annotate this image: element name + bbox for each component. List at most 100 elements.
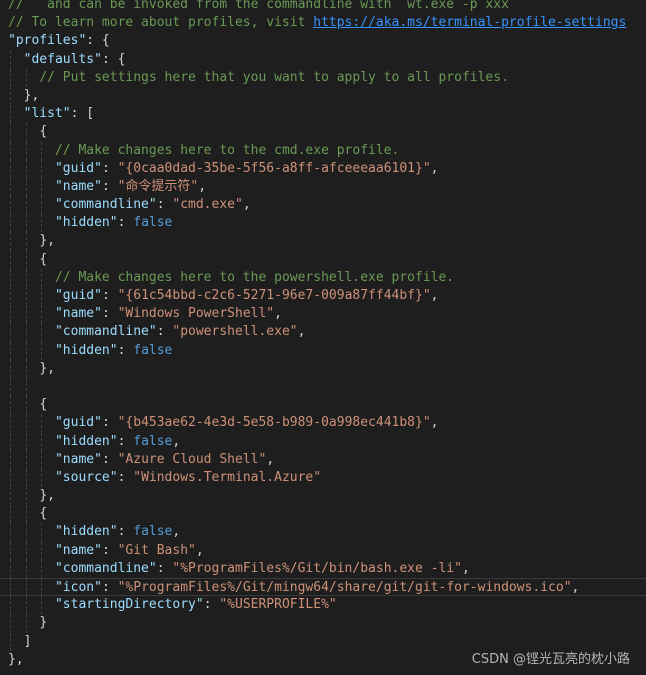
code-line[interactable]: },	[0, 86, 646, 106]
indent-guide	[10, 596, 11, 615]
code-line[interactable]: "hidden": false,	[0, 432, 646, 451]
code-line[interactable]: "hidden": false	[0, 214, 646, 233]
code-line[interactable]	[0, 377, 646, 397]
code-line[interactable]: "name": "命令提示符",	[0, 177, 646, 197]
json-key: "defaults"	[23, 51, 102, 67]
code-line[interactable]: "name": "Windows PowerShell",	[0, 305, 646, 324]
code-line[interactable]: "defaults": {	[0, 50, 646, 69]
indent-guide	[41, 414, 43, 433]
json-punctuation: ,	[430, 415, 439, 431]
json-punctuation: :	[101, 288, 118, 303]
json-string: "%USERPROFILE%"	[219, 597, 337, 613]
json-string: "%ProgramFiles%/Git/mingw64/share/git/gi…	[117, 580, 572, 595]
indent-guide	[25, 159, 27, 178]
code-line[interactable]: "list": [	[0, 105, 646, 124]
json-string: "{61c54bbd-c2c6-5271-96e7-009a87ff44bf}"	[117, 288, 431, 303]
code-line[interactable]: {	[0, 505, 646, 524]
indent-guide	[41, 341, 43, 360]
indent-guide	[41, 579, 43, 596]
code-line[interactable]: }	[0, 614, 646, 633]
indent-guide	[25, 68, 27, 87]
code-line[interactable]: "commandline": "%ProgramFiles%/Git/bin/b…	[0, 559, 646, 578]
json-punctuation: :	[156, 324, 173, 340]
code-editor[interactable]: // and can be invoked from the commandli…	[0, 0, 646, 675]
code-line[interactable]: // and can be invoked from the commandli…	[0, 0, 646, 14]
json-key: "commandline"	[54, 560, 157, 576]
json-punctuation: :	[117, 433, 134, 449]
json-punctuation: : {	[86, 33, 110, 49]
indent-guide	[25, 359, 27, 378]
indent-guide	[25, 141, 27, 160]
json-punctuation: {	[39, 506, 48, 522]
json-boolean: false	[133, 524, 173, 540]
json-punctuation: ]	[23, 633, 32, 649]
indent-guide	[10, 287, 11, 306]
code-line[interactable]: // To learn more about profiles, visit h…	[0, 14, 646, 32]
json-key: "commandline"	[54, 197, 157, 213]
indent-guide	[10, 468, 11, 488]
json-boolean: false	[133, 433, 173, 449]
json-boolean: false	[133, 342, 173, 358]
code-line[interactable]: },	[0, 359, 646, 378]
code-line[interactable]: "guid": "{61c54bbd-c2c6-5271-96e7-009a87…	[0, 287, 646, 306]
indent-guide	[25, 123, 27, 142]
json-key: "hidden"	[54, 215, 118, 231]
indent-guide	[25, 468, 27, 488]
code-line[interactable]: "name": "Azure Cloud Shell",	[0, 450, 646, 469]
code-line[interactable]: // Make changes here to the powershell.e…	[0, 268, 646, 287]
code-line[interactable]: // Put settings here that you want to ap…	[0, 68, 646, 87]
json-punctuation: ,	[172, 524, 181, 540]
json-key: "hidden"	[54, 342, 118, 358]
json-boolean: false	[133, 215, 173, 231]
code-line[interactable]: "guid": "{b453ae62-4e3d-5e58-b989-0a998e…	[0, 414, 646, 433]
indent-guide	[41, 214, 43, 233]
indent-guide	[10, 323, 11, 342]
json-punctuation: :	[101, 160, 118, 176]
json-key: "name"	[54, 542, 102, 558]
json-string: "Windows PowerShell"	[117, 306, 275, 322]
indent-guide	[10, 232, 11, 251]
json-punctuation: },	[39, 360, 55, 376]
code-line[interactable]: "hidden": false,	[0, 523, 646, 542]
code-line[interactable]: // Make changes here to the cmd.exe prof…	[0, 141, 646, 160]
code-line[interactable]: "profiles": {	[0, 32, 646, 50]
indent-guide	[25, 323, 27, 342]
json-punctuation: ,	[297, 324, 306, 340]
code-line[interactable]: },	[0, 232, 646, 251]
indent-guide	[10, 196, 11, 215]
code-line[interactable]: {	[0, 396, 646, 415]
code-line[interactable]: "commandline": "cmd.exe",	[0, 196, 646, 215]
code-link[interactable]: https://aka.ms/terminal-profile-settings	[313, 15, 626, 30]
watermark: CSDN @铿光瓦亮的枕小路	[471, 652, 630, 667]
code-line[interactable]: "hidden": false	[0, 341, 646, 360]
json-string: "{0caa0dad-35be-5f56-a8ff-afceeeaa6101}"	[117, 160, 431, 176]
code-line[interactable]: "name": "Git Bash",	[0, 541, 646, 560]
indent-guide	[10, 141, 11, 160]
json-punctuation: ,	[266, 451, 275, 467]
json-punctuation: :	[101, 178, 118, 194]
code-line[interactable]: },	[0, 487, 646, 506]
json-punctuation: :	[101, 451, 118, 467]
json-punctuation: },	[8, 651, 24, 667]
code-line[interactable]: "startingDirectory": "%USERPROFILE%"	[0, 596, 646, 615]
indent-guide	[25, 596, 27, 615]
json-punctuation: :	[101, 415, 118, 431]
indent-guide	[41, 432, 43, 451]
indent-guide	[10, 487, 11, 506]
code-line[interactable]: "guid": "{0caa0dad-35be-5f56-a8ff-afceee…	[0, 159, 646, 178]
code-line[interactable]: {	[0, 123, 646, 142]
indent-guide	[10, 268, 11, 287]
code-line[interactable]: "source": "Windows.Terminal.Azure"	[0, 468, 646, 488]
json-key: "startingDirectory"	[54, 597, 204, 613]
code-line[interactable]: "commandline": "powershell.exe",	[0, 323, 646, 342]
indent-guide	[10, 579, 11, 596]
code-line[interactable]: {	[0, 250, 646, 269]
code-line[interactable]: "icon": "%ProgramFiles%/Git/mingw64/shar…	[0, 578, 646, 597]
